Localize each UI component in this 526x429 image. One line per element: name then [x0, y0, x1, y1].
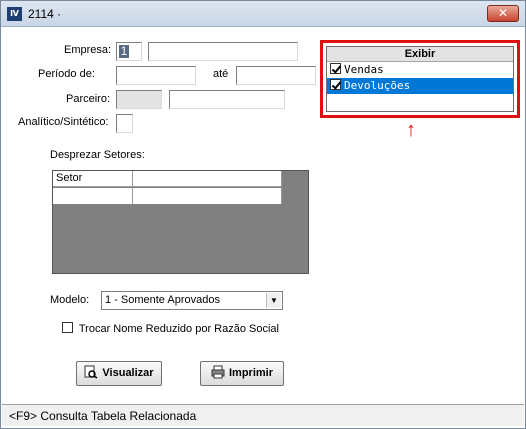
exibir-header: Exibir [327, 47, 513, 62]
periodo-to-field[interactable] [236, 66, 316, 85]
trocar-nome-option[interactable]: Trocar Nome Reduzido por Razão Social [62, 322, 279, 335]
grid-cell-setor[interactable] [53, 188, 133, 204]
printer-icon [211, 365, 225, 379]
analitico-label: Analítico/Sintético: [18, 116, 109, 128]
modelo-selected-value: 1 - Somente Aprovados [105, 294, 220, 306]
visualizar-label: Visualizar [102, 367, 154, 379]
grid-cell-description[interactable] [133, 188, 282, 204]
empresa-label: Empresa: [64, 44, 112, 56]
annotation-arrow-icon: ↑ [406, 119, 416, 141]
ate-label: até [213, 68, 229, 80]
trocar-nome-label: Trocar Nome Reduzido por Razão Social [78, 323, 279, 335]
periodo-label: Período de: [38, 68, 95, 80]
empresa-name-field[interactable] [148, 42, 298, 61]
modelo-select[interactable]: 1 - Somente Aprovados ▼ [101, 291, 283, 310]
vendas-label: Vendas [344, 63, 384, 76]
devolucoes-checkbox[interactable] [330, 79, 341, 90]
title-bar[interactable]: Ⅳ 2114 · ✕ [1, 1, 525, 27]
table-row[interactable] [53, 188, 282, 204]
report-window: Ⅳ 2114 · ✕ Empresa: 1 Período de: até Pa… [0, 0, 526, 429]
setores-grid[interactable]: Setor [52, 170, 309, 274]
exibir-item-devolucoes[interactable]: Devoluções [327, 78, 513, 94]
form-area: Empresa: 1 Período de: até Parceiro: Ana… [2, 28, 524, 403]
trocar-nome-checkbox[interactable] [62, 322, 73, 333]
empresa-code-value: 1 [119, 44, 129, 58]
modelo-label: Modelo: [50, 294, 90, 306]
setores-label: Desprezar Setores: [50, 149, 145, 161]
imprimir-button[interactable]: Imprimir [200, 361, 284, 386]
vendas-checkbox[interactable] [330, 63, 341, 74]
grid-header: Setor [53, 171, 282, 187]
window-title: 2114 · [28, 7, 62, 21]
chevron-down-icon[interactable]: ▼ [266, 293, 281, 308]
devolucoes-label: Devoluções [344, 79, 411, 92]
analitico-field[interactable] [116, 114, 133, 133]
exibir-highlight-box: Exibir Vendas Devoluções [320, 40, 520, 118]
periodo-from-field[interactable] [116, 66, 196, 85]
preview-icon [84, 365, 98, 379]
empresa-code-field[interactable]: 1 [116, 42, 142, 61]
grid-header-setor[interactable]: Setor [53, 171, 133, 187]
parceiro-name-field[interactable] [169, 90, 285, 109]
exibir-list: Exibir Vendas Devoluções [326, 46, 514, 112]
visualizar-button[interactable]: Visualizar [76, 361, 162, 386]
close-button[interactable]: ✕ [487, 5, 519, 22]
status-bar: <F9> Consulta Tabela Relacionada [2, 404, 524, 426]
exibir-item-vendas[interactable]: Vendas [327, 62, 513, 78]
app-icon: Ⅳ [7, 7, 22, 21]
imprimir-label: Imprimir [228, 367, 273, 379]
parceiro-label: Parceiro: [66, 93, 111, 105]
parceiro-code-field[interactable] [116, 90, 162, 109]
grid-header-description[interactable] [133, 171, 282, 187]
